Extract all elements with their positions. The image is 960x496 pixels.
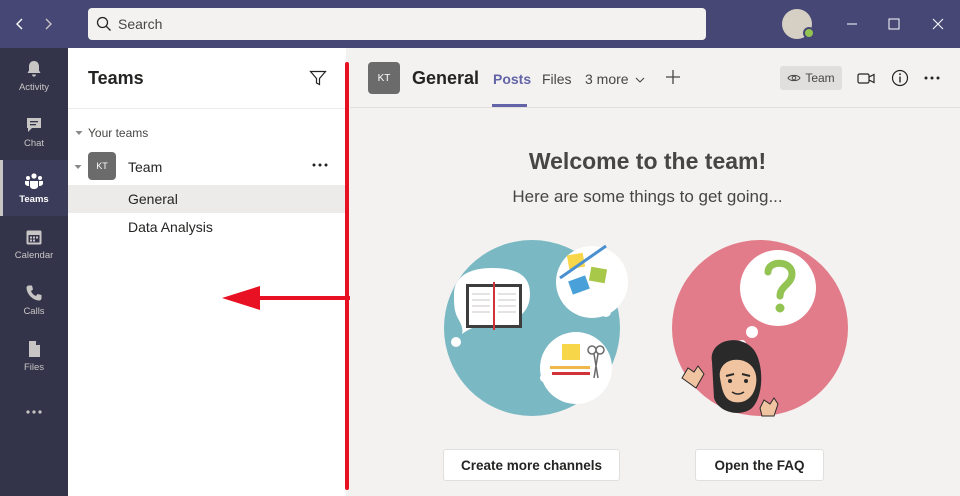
chevron-down-icon bbox=[75, 131, 83, 135]
channel-header: KT General Posts Files 3 more Team bbox=[350, 48, 960, 108]
team-name: Team bbox=[128, 159, 163, 175]
team-more-options-icon[interactable] bbox=[308, 155, 332, 177]
rail-item-calendar[interactable]: Calendar bbox=[0, 216, 68, 272]
tab-files[interactable]: Files bbox=[542, 71, 572, 87]
tab-more-label: 3 more bbox=[585, 71, 629, 87]
bell-icon bbox=[27, 61, 41, 77]
rail-label-calendar: Calendar bbox=[14, 250, 54, 261]
back-arrow-icon[interactable] bbox=[8, 12, 32, 36]
title-bar bbox=[0, 0, 960, 48]
channel-title: General bbox=[412, 68, 480, 88]
welcome-subtitle: Here are some things to get going... bbox=[512, 187, 783, 206]
rail-item-chat[interactable]: Chat bbox=[0, 104, 68, 160]
tab-more[interactable]: 3 more bbox=[585, 71, 645, 87]
channels-illustration-icon bbox=[444, 240, 628, 416]
teams-panel-title: Teams bbox=[88, 68, 144, 88]
channel-data-analysis[interactable]: Data Analysis bbox=[68, 213, 346, 241]
rail-label-teams: Teams bbox=[19, 194, 49, 205]
eye-icon bbox=[787, 74, 801, 82]
search-input[interactable] bbox=[118, 16, 678, 32]
open-faq-button[interactable]: Open the FAQ bbox=[695, 449, 824, 481]
more-apps-icon bbox=[26, 410, 42, 414]
team-button-label: Team bbox=[805, 71, 835, 85]
rail-label-files: Files bbox=[23, 362, 45, 373]
add-tab-plus-icon[interactable] bbox=[664, 68, 684, 88]
rail-label-calls: Calls bbox=[23, 306, 45, 317]
channel-avatar: KT bbox=[368, 62, 400, 94]
close-icon[interactable] bbox=[926, 12, 950, 36]
maximize-icon[interactable] bbox=[882, 12, 906, 36]
info-icon[interactable] bbox=[890, 68, 910, 88]
forward-arrow-icon[interactable] bbox=[36, 12, 60, 36]
team-row[interactable]: KT Team bbox=[68, 152, 346, 182]
rail-label-chat: Chat bbox=[23, 138, 45, 149]
rail-item-calls[interactable]: Calls bbox=[0, 272, 68, 328]
panel-divider bbox=[68, 108, 346, 109]
phone-icon bbox=[26, 285, 42, 301]
annotation-divider-line bbox=[345, 62, 349, 490]
rail-item-files[interactable]: Files bbox=[0, 328, 68, 384]
chat-icon bbox=[27, 118, 41, 132]
tab-posts[interactable]: Posts bbox=[493, 71, 531, 87]
faq-illustration-icon bbox=[672, 240, 848, 417]
search-box[interactable] bbox=[88, 8, 706, 40]
channel-label: Data Analysis bbox=[128, 219, 213, 235]
presence-available-icon bbox=[803, 27, 815, 39]
rail-item-activity[interactable]: Activity bbox=[0, 48, 68, 104]
channel-general[interactable]: General bbox=[68, 185, 346, 213]
filter-icon[interactable] bbox=[308, 68, 330, 90]
your-teams-label: Your teams bbox=[88, 126, 149, 140]
your-teams-section[interactable]: Your teams bbox=[74, 126, 148, 140]
rail-item-teams[interactable]: Teams bbox=[0, 160, 68, 216]
teams-icon bbox=[25, 173, 43, 189]
welcome-title: Welcome to the team! bbox=[528, 148, 767, 174]
app-rail: Activity Chat Teams Calendar Calls Files bbox=[0, 48, 68, 496]
create-more-channels-button[interactable]: Create more channels bbox=[443, 449, 620, 481]
file-icon bbox=[29, 341, 40, 357]
minimize-icon[interactable] bbox=[840, 12, 864, 36]
search-icon bbox=[96, 16, 111, 31]
active-tab-indicator bbox=[492, 104, 527, 107]
channel-label: General bbox=[128, 191, 178, 207]
teams-panel: Teams Your teams KT Team General Data An… bbox=[68, 48, 346, 496]
calendar-icon bbox=[26, 230, 42, 245]
rail-label-activity: Activity bbox=[18, 82, 50, 93]
team-visibility-button[interactable]: Team bbox=[780, 66, 842, 90]
more-options-icon[interactable] bbox=[922, 68, 942, 88]
chevron-down-icon bbox=[636, 77, 645, 83]
annotation-left-arrow-icon bbox=[222, 286, 350, 310]
meet-now-video-icon[interactable] bbox=[856, 68, 876, 88]
team-avatar: KT bbox=[88, 152, 116, 180]
rail-more-apps[interactable] bbox=[0, 384, 68, 440]
team-chevron-down-icon bbox=[74, 165, 82, 169]
